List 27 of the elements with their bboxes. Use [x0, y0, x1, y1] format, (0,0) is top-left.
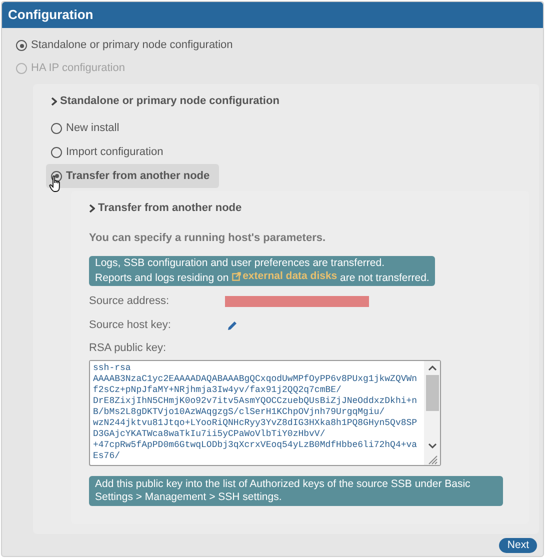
- field-label: RSA public key:: [89, 340, 168, 356]
- external-link-icon: [232, 272, 241, 280]
- chevron-icon: [51, 96, 57, 106]
- section-heading: Transfer from another node: [98, 200, 242, 216]
- option-label: Import configuration: [66, 144, 164, 160]
- info-message: Logs, SSB configuration and user preferences are transferred. Reports and logs residing on external data disks are not transferred.: [89, 256, 436, 286]
- window-title: Configuration: [2, 2, 543, 28]
- section-heading: Standalone or primary node configuration: [60, 94, 280, 109]
- chevron-icon: [89, 204, 95, 212]
- scrollbar[interactable]: [424, 361, 440, 465]
- option-label: HA IP configuration: [31, 61, 125, 76]
- hand-cursor-icon: [49, 175, 63, 193]
- option-label: Standalone or primary node configuration: [31, 38, 233, 54]
- field-label: Source address:: [89, 294, 170, 310]
- key-text-area[interactable]: ssh-rsa AAAAB3NzaC1yc2EAAAADAQABAAABgQCxqodUwMPfOyPP6v8PUxg1jkwZQVWn f2sCz+pNpJfaMY+NRjhmja3Iw4yv/fax91j2QQ2q7cmBE/ DrE8ZixjIhN5CHmjK0o92v7itv5AsmYQOCCzuebQUsBiZjJNeOddxzDkhi+n B/bMs2L8gDKTVjo10AzWAqgzgS/clSerH1KChpOVjnh79UrgqMgiu/ wzN244jktvu81Jtqo+LYooRiQNHcRyy3YvZ8dIG3HXka8h1PQ8GHyn5Qv8SP D3GAjcYKATWca8waTkIu7ii5yCPaWoVlbTiY0zHbvV/ +47cpRw5fApPD0m6GtwqLODbj3qXcrxVEoq54yLzB0MdfHbbe6li72hQ4+va Es76/: [89, 360, 441, 466]
- resize-grip-icon[interactable]: [426, 453, 438, 465]
- option-label: New install: [66, 120, 120, 136]
- radio-button[interactable]: [51, 146, 62, 158]
- info-message: Add this public key into the list of Authorized keys of the source SSB under Basic Settings > Management > SSH settings.: [89, 476, 503, 506]
- intro-text: You can specify a running host's parameters.: [89, 231, 327, 246]
- radio-button[interactable]: [51, 122, 62, 134]
- next-button[interactable]: Next: [499, 538, 537, 553]
- redacted-field[interactable]: [225, 296, 369, 307]
- pencil-icon[interactable]: [227, 320, 238, 331]
- scroll-thumb[interactable]: [426, 375, 438, 411]
- field-label: Source host key:: [89, 318, 172, 334]
- radio-button[interactable]: [16, 40, 27, 51]
